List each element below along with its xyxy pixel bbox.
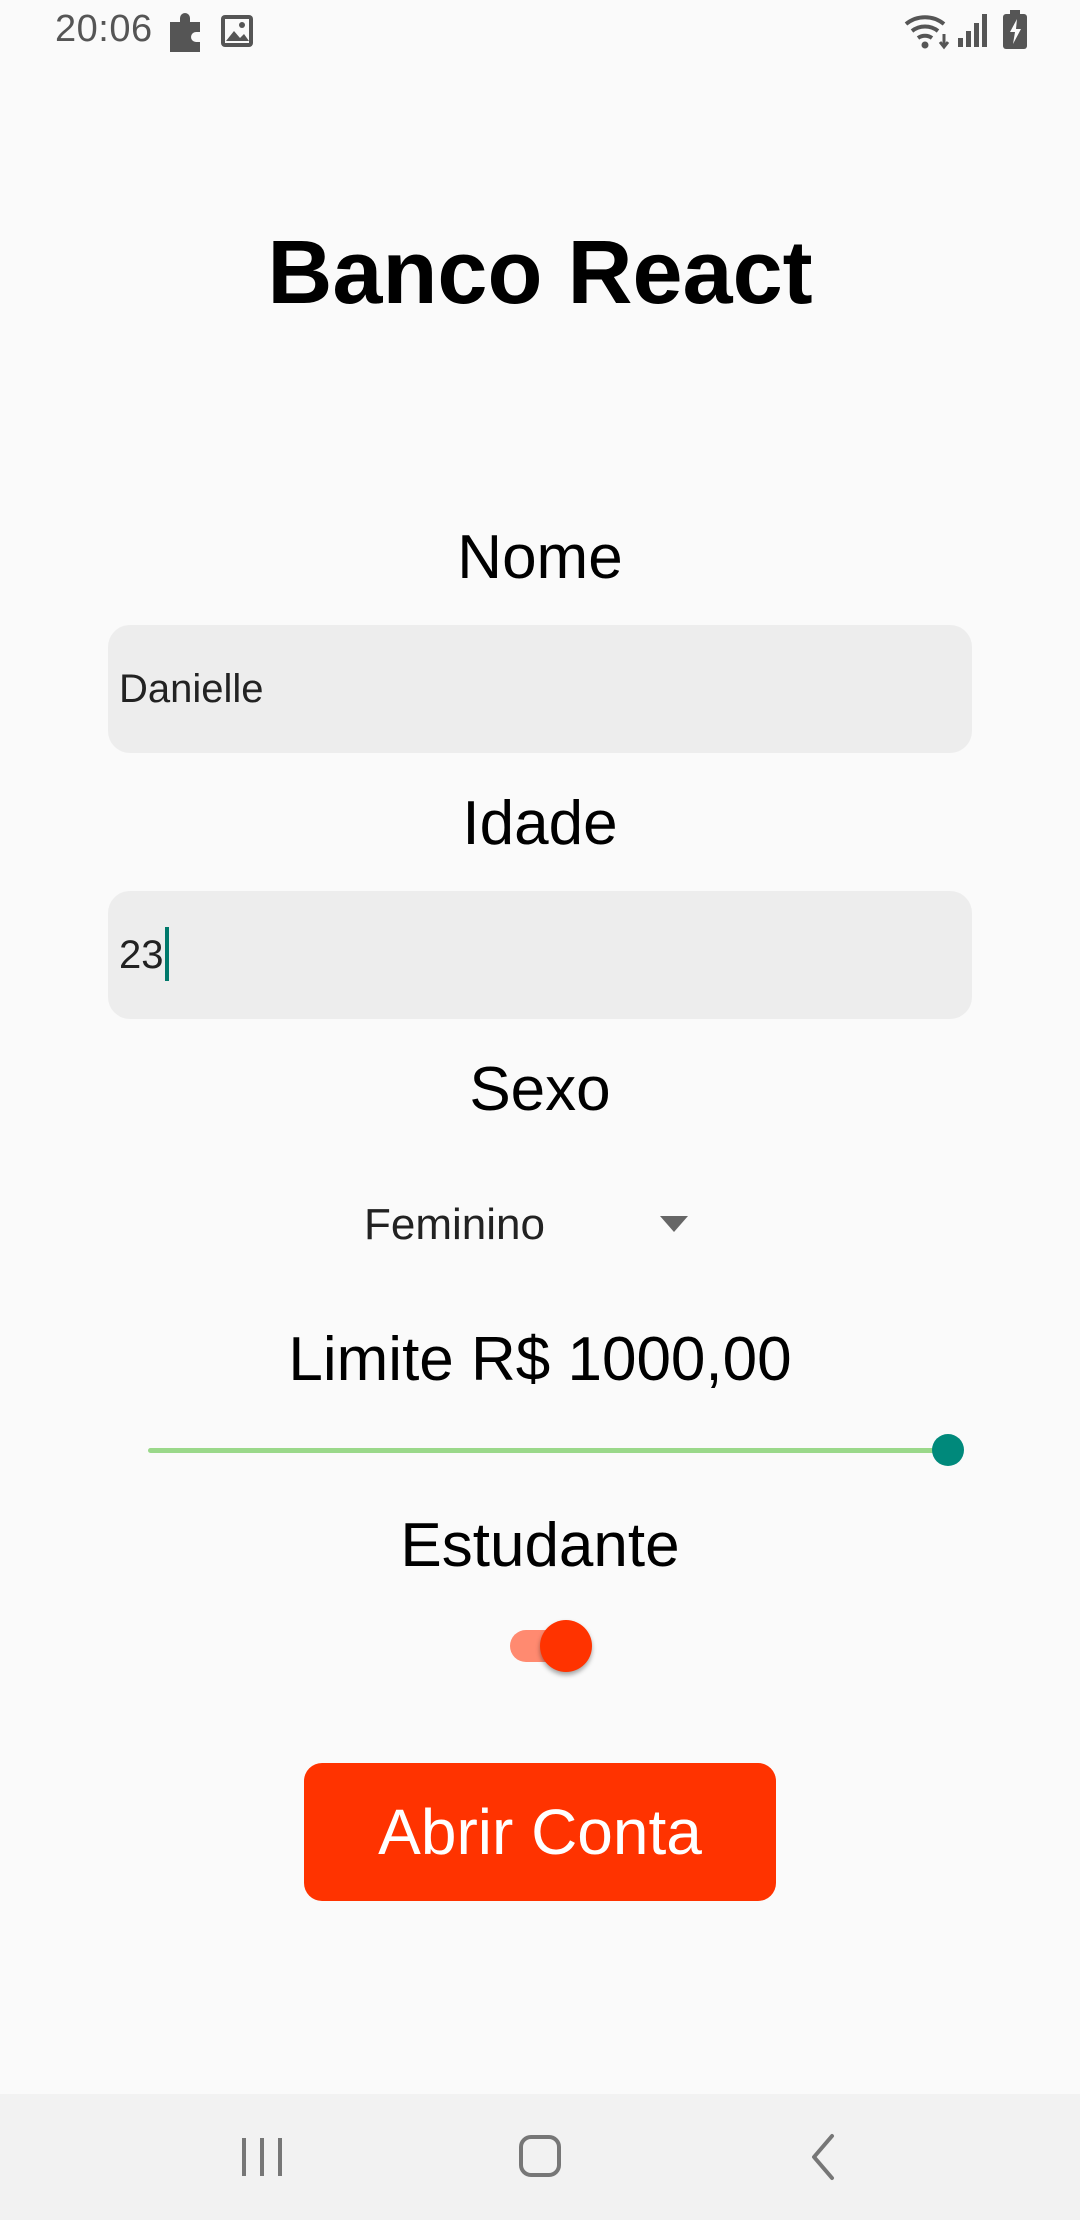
estudante-label: Estudante — [400, 1511, 680, 1580]
idade-input-value: 23 — [119, 891, 169, 1019]
status-time: 20:06 — [55, 8, 153, 50]
battery-charging-icon — [1002, 10, 1028, 55]
toggle-knob — [540, 1620, 592, 1672]
status-bar: 20:06 — [0, 0, 1080, 64]
sexo-select[interactable]: Feminino — [364, 1190, 704, 1260]
image-icon — [220, 14, 254, 53]
home-icon[interactable] — [500, 2124, 580, 2190]
limite-label: Limite R$ 1000,00 — [288, 1325, 792, 1394]
slider-track — [148, 1448, 948, 1453]
abrir-conta-button[interactable]: Abrir Conta — [304, 1763, 776, 1901]
slider-thumb[interactable] — [932, 1434, 964, 1466]
recent-apps-icon[interactable] — [222, 2124, 302, 2190]
back-icon[interactable] — [784, 2124, 864, 2190]
app-screen: 20:06 Banco React Nome Danielle Idade 23… — [0, 0, 1080, 2220]
limite-slider[interactable] — [148, 1420, 964, 1480]
dropdown-arrow-icon — [660, 1216, 688, 1237]
idade-input[interactable]: 23 — [108, 891, 972, 1019]
text-cursor — [164, 927, 169, 982]
wifi-icon — [904, 12, 952, 55]
idade-label: Idade — [462, 789, 618, 858]
page-title: Banco React — [267, 223, 813, 323]
signal-icon — [956, 12, 992, 53]
nome-input-value: Danielle — [119, 667, 264, 711]
sexo-label: Sexo — [469, 1055, 611, 1124]
puzzle-icon — [166, 10, 206, 59]
nome-input[interactable]: Danielle — [108, 625, 972, 753]
estudante-toggle[interactable] — [508, 1618, 594, 1674]
sexo-selected-value: Feminino — [364, 1200, 545, 1249]
idade-input-text: 23 — [119, 933, 164, 977]
navigation-bar — [0, 2094, 1080, 2220]
nome-label: Nome — [457, 523, 623, 592]
